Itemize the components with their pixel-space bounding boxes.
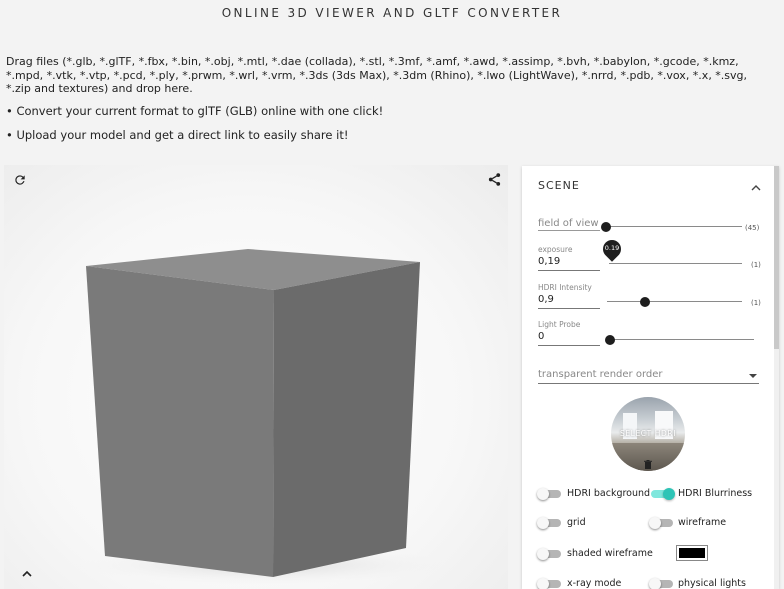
hdri-intensity-max: (1) <box>751 299 761 307</box>
light-probe-label: Light Probe <box>538 320 581 329</box>
trash-icon[interactable] <box>644 454 652 471</box>
feature-convert: • Convert your current format to glTF (G… <box>6 104 384 118</box>
exposure-slider[interactable] <box>609 258 742 270</box>
cube-left-face <box>86 266 274 577</box>
toggle-hdri-background[interactable] <box>537 488 561 500</box>
page-title: ONLINE 3D VIEWER AND GLTF CONVERTER <box>221 6 563 20</box>
scene-title: SCENE <box>538 179 580 192</box>
field-of-view-max: (45) <box>745 224 760 232</box>
panel-scrollbar[interactable] <box>774 166 779 589</box>
toggle-xray-mode-label: x-ray mode <box>567 578 622 589</box>
toggle-hdri-blurriness[interactable] <box>649 488 675 500</box>
cube-right-face <box>273 262 420 577</box>
field-of-view-thumb[interactable] <box>601 222 611 232</box>
hdri-intensity-input[interactable]: 0,9 <box>538 294 600 309</box>
panel-scrollbar-thumb[interactable] <box>774 166 779 349</box>
toggle-shaded-wireframe-label: shaded wireframe <box>567 548 653 559</box>
viewer-canvas[interactable] <box>4 165 508 589</box>
toggle-physical-lights[interactable] <box>649 578 673 589</box>
select-hdri-label: SELECT HDRI <box>619 429 677 438</box>
dropdown-arrow-icon <box>749 374 757 378</box>
toggle-wireframe[interactable] <box>649 517 673 529</box>
chevron-up-icon[interactable] <box>18 565 36 583</box>
hdri-intensity-label: HDRI Intensity <box>538 283 592 292</box>
toggle-grid-label: grid <box>567 517 586 528</box>
hdri-intensity-thumb[interactable] <box>639 297 650 307</box>
background-color-swatch <box>679 548 705 558</box>
light-probe-input[interactable]: 0 <box>538 331 600 346</box>
field-of-view-slider[interactable] <box>601 221 742 233</box>
toggle-hdri-background-label: HDRI background <box>567 488 651 499</box>
toggle-grid[interactable] <box>537 517 561 529</box>
exposure-track <box>609 263 742 264</box>
toggle-hdri-blurriness-label: HDRI Blurriness <box>678 488 753 499</box>
render-order-placeholder: transparent render order <box>538 369 663 380</box>
hdri-intensity-slider[interactable] <box>607 296 742 308</box>
toggle-physical-lights-label: physical lights <box>678 578 746 589</box>
drop-instructions: Drag files (*.glb, *.glTF, *.fbx, *.bin,… <box>6 55 748 95</box>
render-order-select[interactable]: transparent render order <box>538 369 759 384</box>
toggle-wireframe-label: wireframe <box>678 517 727 528</box>
exposure-tooltip-value: 0.19 <box>604 244 620 252</box>
background-color-picker[interactable] <box>676 545 708 561</box>
exposure-label: exposure <box>538 245 573 254</box>
scene-panel: SCENE field of view (45) exposure 0,19 0… <box>522 166 779 589</box>
toggle-shaded-wireframe[interactable] <box>537 548 561 560</box>
light-probe-thumb[interactable] <box>605 335 615 345</box>
chevron-up-icon[interactable] <box>751 178 761 197</box>
exposure-input[interactable]: 0,19 <box>538 256 600 271</box>
field-of-view-label: field of view <box>538 218 600 231</box>
cube-model <box>74 249 454 585</box>
feature-share: • Upload your model and get a direct lin… <box>6 128 349 142</box>
exposure-max: (1) <box>751 261 761 269</box>
field-of-view-track <box>606 226 742 227</box>
light-probe-slider[interactable] <box>605 334 754 346</box>
toggle-xray-mode[interactable] <box>537 578 561 589</box>
hdri-intensity-track <box>607 301 742 302</box>
select-hdri-button[interactable]: SELECT HDRI <box>611 397 685 471</box>
light-probe-track <box>610 339 754 340</box>
